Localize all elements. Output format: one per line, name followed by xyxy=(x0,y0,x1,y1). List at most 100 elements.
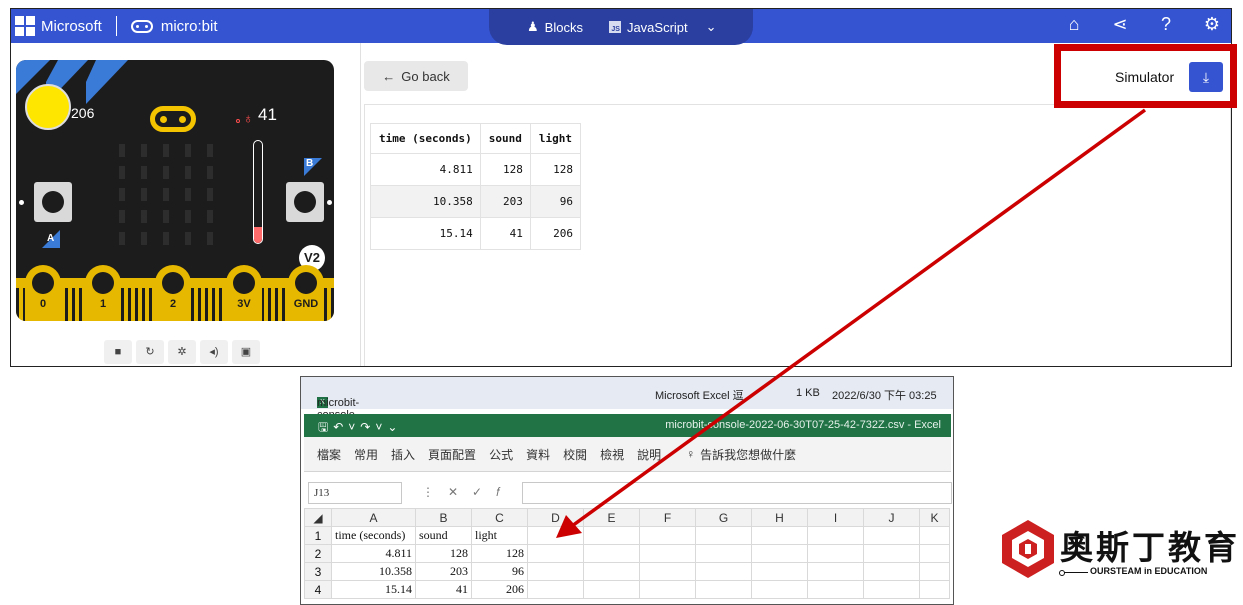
led xyxy=(141,210,147,223)
brand[interactable]: Microsoft micro:bit xyxy=(15,15,218,37)
table-cell[interactable] xyxy=(695,526,752,545)
ribbon-tab[interactable]: 校閱 xyxy=(563,446,587,463)
button-a[interactable] xyxy=(34,182,72,222)
ribbon-tab[interactable]: 資料 xyxy=(526,446,550,463)
table-cell[interactable] xyxy=(751,562,808,581)
table-cell[interactable]: 128 xyxy=(415,544,472,563)
table-cell[interactable]: sound xyxy=(415,526,472,545)
pin-3v[interactable] xyxy=(226,265,262,321)
select-all-corner[interactable]: ◢ xyxy=(304,508,332,527)
table-cell[interactable]: 15.14 xyxy=(331,580,416,599)
table-cell[interactable] xyxy=(583,526,640,545)
column-header[interactable]: C xyxy=(471,508,528,527)
table-cell[interactable] xyxy=(751,526,808,545)
pin-gnd[interactable] xyxy=(288,265,324,321)
chevron-down-icon[interactable]: ⌄ xyxy=(706,19,717,35)
table-cell[interactable]: 96 xyxy=(471,562,528,581)
row-header[interactable]: 4 xyxy=(304,580,332,599)
table-cell[interactable] xyxy=(919,544,950,563)
table-cell[interactable]: 4.811 xyxy=(331,544,416,563)
quick-access-toolbar[interactable]: 🖫↶˅↷˅⌄ xyxy=(318,418,402,439)
name-box[interactable]: J13 xyxy=(308,482,402,504)
table-cell[interactable] xyxy=(863,544,920,563)
ribbon-tab[interactable]: 常用 xyxy=(354,446,378,463)
touch-logo[interactable] xyxy=(150,106,196,132)
table-cell[interactable] xyxy=(639,544,696,563)
gear-icon[interactable]: ⚙ xyxy=(1201,14,1223,35)
fullscreen-icon[interactable]: ▣ xyxy=(232,340,260,364)
column-header[interactable]: K xyxy=(919,508,950,527)
mute-icon[interactable]: ◂) xyxy=(200,340,228,364)
column-header[interactable]: F xyxy=(639,508,696,527)
table-cell[interactable] xyxy=(527,580,584,599)
stop-icon[interactable]: ■ xyxy=(104,340,132,364)
pin-0[interactable] xyxy=(25,265,61,321)
table-cell[interactable] xyxy=(639,562,696,581)
ribbon-tab[interactable]: 插入 xyxy=(391,446,415,463)
go-back-button[interactable]: ← Go back xyxy=(364,61,468,91)
share-icon[interactable]: ⋖ xyxy=(1109,14,1131,35)
table-cell[interactable] xyxy=(639,526,696,545)
table-cell[interactable]: 203 xyxy=(415,562,472,581)
table-cell[interactable] xyxy=(583,544,640,563)
table-cell[interactable] xyxy=(751,580,808,599)
table-cell[interactable] xyxy=(807,544,864,563)
restart-icon[interactable]: ↻ xyxy=(136,340,164,364)
help-icon[interactable]: ? xyxy=(1155,14,1177,35)
table-cell[interactable] xyxy=(695,580,752,599)
table-cell[interactable]: time (seconds) xyxy=(331,526,416,545)
debug-icon[interactable]: ✲ xyxy=(168,340,196,364)
javascript-tab[interactable]: JS JavaScript xyxy=(601,16,696,39)
table-cell[interactable]: light xyxy=(471,526,528,545)
column-header[interactable]: H xyxy=(751,508,808,527)
column-header[interactable]: I xyxy=(807,508,864,527)
table-cell[interactable]: 41 xyxy=(415,580,472,599)
blocks-tab[interactable]: ♟ Blocks xyxy=(519,15,591,39)
column-header[interactable]: A xyxy=(331,508,416,527)
table-cell[interactable] xyxy=(751,544,808,563)
microphone-icon: ♁ xyxy=(243,110,254,126)
table-cell[interactable] xyxy=(807,562,864,581)
column-header[interactable]: J xyxy=(863,508,920,527)
table-cell[interactable] xyxy=(583,580,640,599)
tell-me-input[interactable]: 告訴我您想做什麼 xyxy=(700,446,796,463)
pin-2[interactable] xyxy=(155,265,191,321)
table-cell[interactable] xyxy=(863,580,920,599)
column-header[interactable]: E xyxy=(583,508,640,527)
ribbon-tab[interactable]: 檢視 xyxy=(600,446,624,463)
column-header[interactable]: B xyxy=(415,508,472,527)
table-cell[interactable]: 206 xyxy=(471,580,528,599)
button-b[interactable] xyxy=(286,182,324,222)
table-cell[interactable] xyxy=(639,580,696,599)
table-cell[interactable] xyxy=(583,562,640,581)
sound-level-slider[interactable] xyxy=(253,140,263,244)
ribbon-tab[interactable]: 頁面配置 xyxy=(428,446,476,463)
table-cell[interactable] xyxy=(919,526,950,545)
row-header[interactable]: 3 xyxy=(304,562,332,581)
formula-input[interactable] xyxy=(522,482,952,504)
formula-icons[interactable]: ⋮✕✓𝑓 xyxy=(422,485,514,500)
table-cell[interactable] xyxy=(695,544,752,563)
table-cell[interactable]: 128 xyxy=(471,544,528,563)
ribbon-tab[interactable]: 說明 xyxy=(637,446,661,463)
column-header[interactable]: G xyxy=(695,508,752,527)
ribbon-tab[interactable]: 檔案 xyxy=(317,446,341,463)
pin-1[interactable] xyxy=(85,265,121,321)
table-cell[interactable] xyxy=(919,580,950,599)
column-header[interactable]: D xyxy=(527,508,584,527)
table-cell[interactable] xyxy=(527,562,584,581)
table-cell[interactable] xyxy=(527,526,584,545)
table-cell[interactable] xyxy=(863,562,920,581)
table-cell[interactable] xyxy=(807,580,864,599)
row-header[interactable]: 1 xyxy=(304,526,332,545)
table-cell[interactable] xyxy=(919,562,950,581)
table-cell[interactable] xyxy=(863,526,920,545)
row-header[interactable]: 2 xyxy=(304,544,332,563)
table-cell[interactable] xyxy=(695,562,752,581)
light-level-slider[interactable] xyxy=(25,84,71,130)
table-cell[interactable] xyxy=(527,544,584,563)
ribbon-tab[interactable]: 公式 xyxy=(489,446,513,463)
table-cell[interactable] xyxy=(807,526,864,545)
table-cell[interactable]: 10.358 xyxy=(331,562,416,581)
home-icon[interactable]: ⌂ xyxy=(1063,14,1085,35)
